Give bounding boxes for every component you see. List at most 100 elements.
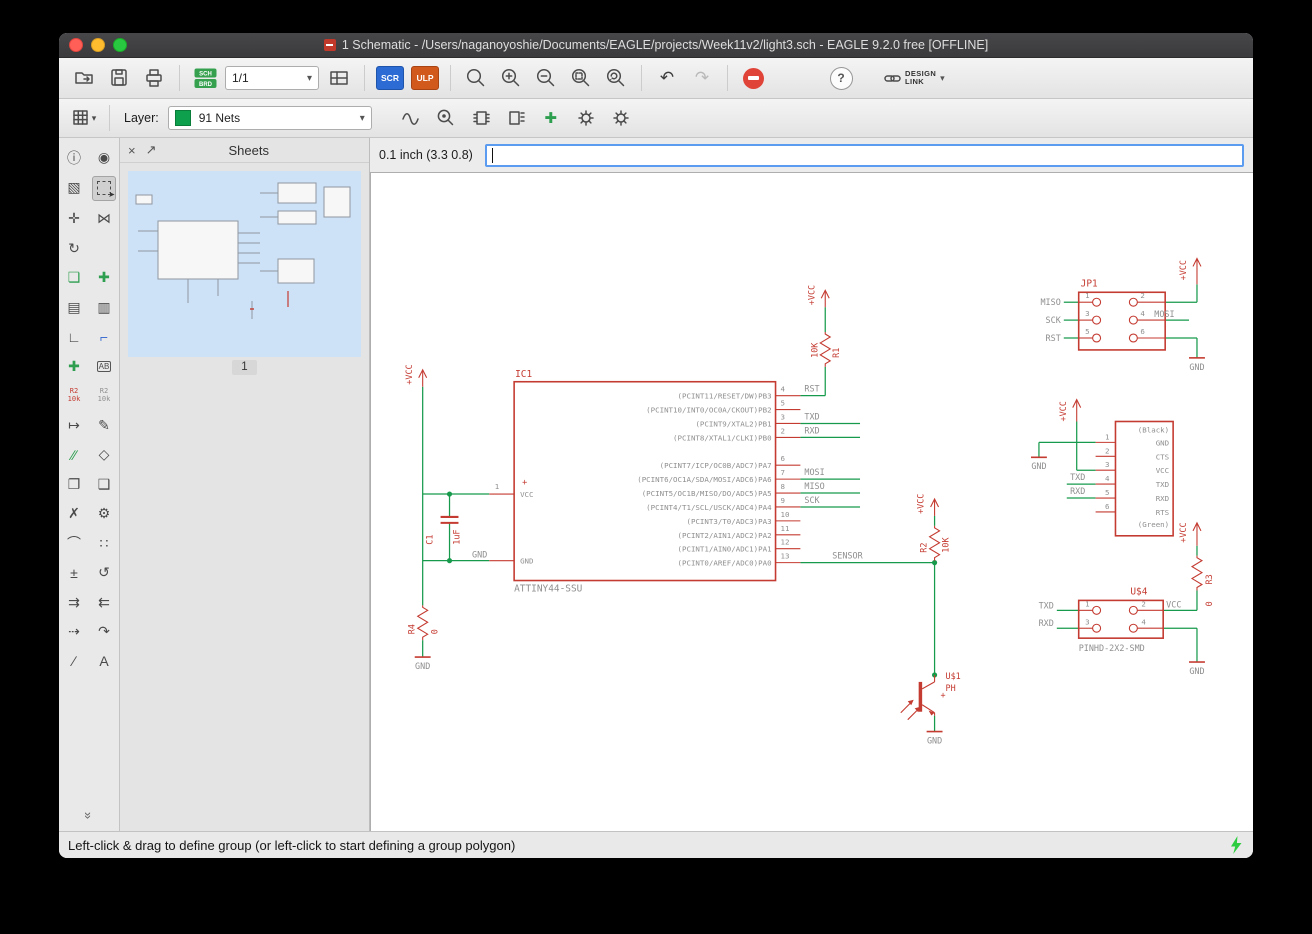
net-label-sck[interactable]: SCK [804, 495, 820, 505]
vcc-symbol[interactable]: +VCC [806, 285, 830, 308]
arc-tool[interactable]: ⌒ [62, 532, 86, 555]
minimize-window-button[interactable] [91, 38, 105, 52]
group-tool[interactable]: ➤ [92, 175, 116, 201]
frames-button[interactable] [324, 63, 354, 93]
smash-tool[interactable]: R2 10k [92, 384, 116, 407]
net-label-miso[interactable]: MISO [804, 481, 824, 491]
gnd-symbol[interactable]: GND [1189, 661, 1205, 676]
help-button[interactable]: ? [826, 63, 856, 93]
vcc-symbol[interactable]: +VCC [1178, 257, 1202, 285]
net-label-gnd-ic[interactable]: GND [472, 550, 487, 560]
net-label-vcc-u4[interactable]: VCC [1166, 599, 1181, 609]
run-ulp-button[interactable]: ULP [410, 63, 440, 93]
zoom-redraw-button[interactable] [601, 63, 631, 93]
label-tool[interactable]: AB [92, 355, 116, 378]
component-r4[interactable]: R4 0 [407, 605, 440, 641]
net-label-rxd-ftdi[interactable]: RXD [1070, 486, 1085, 496]
gateswap-tool[interactable]: ▥ [92, 296, 116, 319]
net-label-mosi-jp1[interactable]: MOSI [1154, 309, 1174, 319]
show-tool[interactable]: ◉ [92, 146, 116, 169]
add-module-button[interactable]: ✚ [536, 103, 566, 133]
attribute-tool[interactable]: ◇ [92, 443, 116, 466]
text-tool[interactable]: A [92, 650, 116, 673]
vcc-symbol[interactable]: +VCC [1178, 521, 1202, 546]
display-tool[interactable]: ▧ [62, 176, 86, 199]
paste-tool[interactable]: ❑ [92, 473, 116, 496]
ripup-tool[interactable]: ⇢ [62, 620, 86, 643]
rotate-tool[interactable]: ↻ [62, 237, 86, 260]
wire-bend-right-tool[interactable]: ⌐ [92, 325, 116, 348]
zoom-out-button[interactable] [531, 63, 561, 93]
save-button[interactable] [104, 63, 134, 93]
preferences-button[interactable] [606, 103, 636, 133]
replace-tool[interactable]: ▤ [62, 296, 86, 319]
layer-selector[interactable]: 91 Nets ▾ [167, 106, 372, 130]
junction-tool[interactable]: ✚ [62, 355, 86, 378]
copy-tool[interactable]: ❏ [62, 266, 86, 289]
zoom-select-button[interactable] [566, 63, 596, 93]
print-button[interactable] [139, 63, 169, 93]
wire-bend-left-tool[interactable]: ∟ [62, 325, 86, 348]
zoom-fit-button[interactable] [461, 63, 491, 93]
net-label-rxd[interactable]: RXD [804, 425, 819, 435]
component-u1-phototransistor[interactable]: + U$1 PH [900, 671, 961, 721]
vcc-symbol[interactable]: +VCC [404, 364, 428, 387]
net-label-rst-jp1[interactable]: RST [1046, 333, 1061, 343]
gnd-symbol[interactable]: GND [414, 656, 431, 671]
pattern-tool[interactable]: ∷ [92, 532, 116, 555]
net-label-miso-jp1[interactable]: MISO [1040, 297, 1060, 307]
erc-button[interactable] [466, 103, 496, 133]
value-tool[interactable]: R2 10k [62, 384, 86, 407]
cut-tool[interactable]: ❐ [62, 473, 86, 496]
swap-tool[interactable]: ↷ [92, 620, 116, 643]
component-jp1[interactable]: JP1 1 2 3 4 5 6 MISO SCK RST MOSI [1040, 278, 1175, 351]
sheet-1-thumbnail[interactable] [128, 171, 361, 357]
erc-errors-button[interactable] [501, 103, 531, 133]
run-script-button[interactable]: SCR [375, 63, 405, 93]
schematic-canvas[interactable]: IC1 ATTINY44-SSU 1 + VCC GND 4 (PCINT11/R… [370, 172, 1253, 831]
net-label-sensor[interactable]: SENSOR [832, 551, 863, 561]
net-label-txd-u4[interactable]: TXD [1039, 600, 1054, 610]
mirror-tool[interactable]: ⋈ [92, 207, 116, 230]
gnd-symbol[interactable]: GND [926, 730, 943, 746]
net-tool[interactable]: ∕∕ [62, 443, 86, 466]
sheet-selector[interactable]: 1/1 ▾ [225, 66, 319, 90]
line-tool[interactable]: ∕ [62, 650, 86, 673]
component-c1[interactable]: C1 1uF [425, 515, 462, 545]
detach-panel-button[interactable]: ↗ [146, 142, 157, 158]
vcc-symbol[interactable]: +VCC [1058, 398, 1082, 422]
settings-button[interactable] [571, 103, 601, 133]
component-r2[interactable]: R2 10K [919, 525, 951, 561]
component-r1[interactable]: 10K R1 [809, 332, 841, 367]
info-tool[interactable]: ⓘ [62, 146, 86, 169]
change-tool[interactable]: ⚙ [92, 502, 116, 525]
delete-tool[interactable]: ✗ [62, 502, 86, 525]
net-label-mosi[interactable]: MOSI [804, 467, 824, 477]
close-panel-button[interactable]: × [128, 143, 136, 158]
design-link-button[interactable]: DESIGN LINK ▾ [884, 63, 945, 93]
merge-tool[interactable]: ⇇ [92, 591, 116, 614]
net-label-sck-jp1[interactable]: SCK [1046, 315, 1062, 325]
net-label-txd[interactable]: TXD [804, 412, 819, 422]
component-r3[interactable]: R3 0 [1190, 555, 1214, 607]
undo-button[interactable]: ↶ [652, 63, 682, 93]
vcc-symbol[interactable]: +VCC [916, 494, 940, 516]
net-label-rst[interactable]: RST [804, 384, 819, 394]
open-file-button[interactable] [69, 63, 99, 93]
optimize-tool[interactable]: ↺ [92, 561, 116, 584]
gnd-symbol[interactable]: GND [1030, 456, 1047, 471]
component-ic1[interactable]: IC1 ATTINY44-SSU 1 + VCC GND 4 (PCINT11/R… [489, 369, 801, 595]
zoom-in-button[interactable] [496, 63, 526, 93]
polygon-tool[interactable]: ✎ [92, 414, 116, 437]
split-tool[interactable]: ⇉ [62, 591, 86, 614]
palette-collapse-button[interactable]: » [59, 808, 119, 823]
redo-button[interactable]: ↷ [687, 63, 717, 93]
stop-button[interactable] [738, 63, 768, 93]
simulate-button[interactable] [396, 103, 426, 133]
switch-to-board-button[interactable]: SCH BRD [190, 63, 220, 93]
grid-settings-button[interactable]: ▾ [69, 103, 99, 133]
command-input[interactable] [484, 143, 1244, 167]
component-ftdi-connector[interactable]: (Black) GND CTS VCC TXD RXD RTS (Green) [1070, 420, 1174, 537]
add-part-tool[interactable]: ✚ [92, 266, 116, 289]
component-u4[interactable]: U$4 PINHD-2X2-SMD 1 2 3 4 TXD RXD VCC [1039, 586, 1182, 653]
